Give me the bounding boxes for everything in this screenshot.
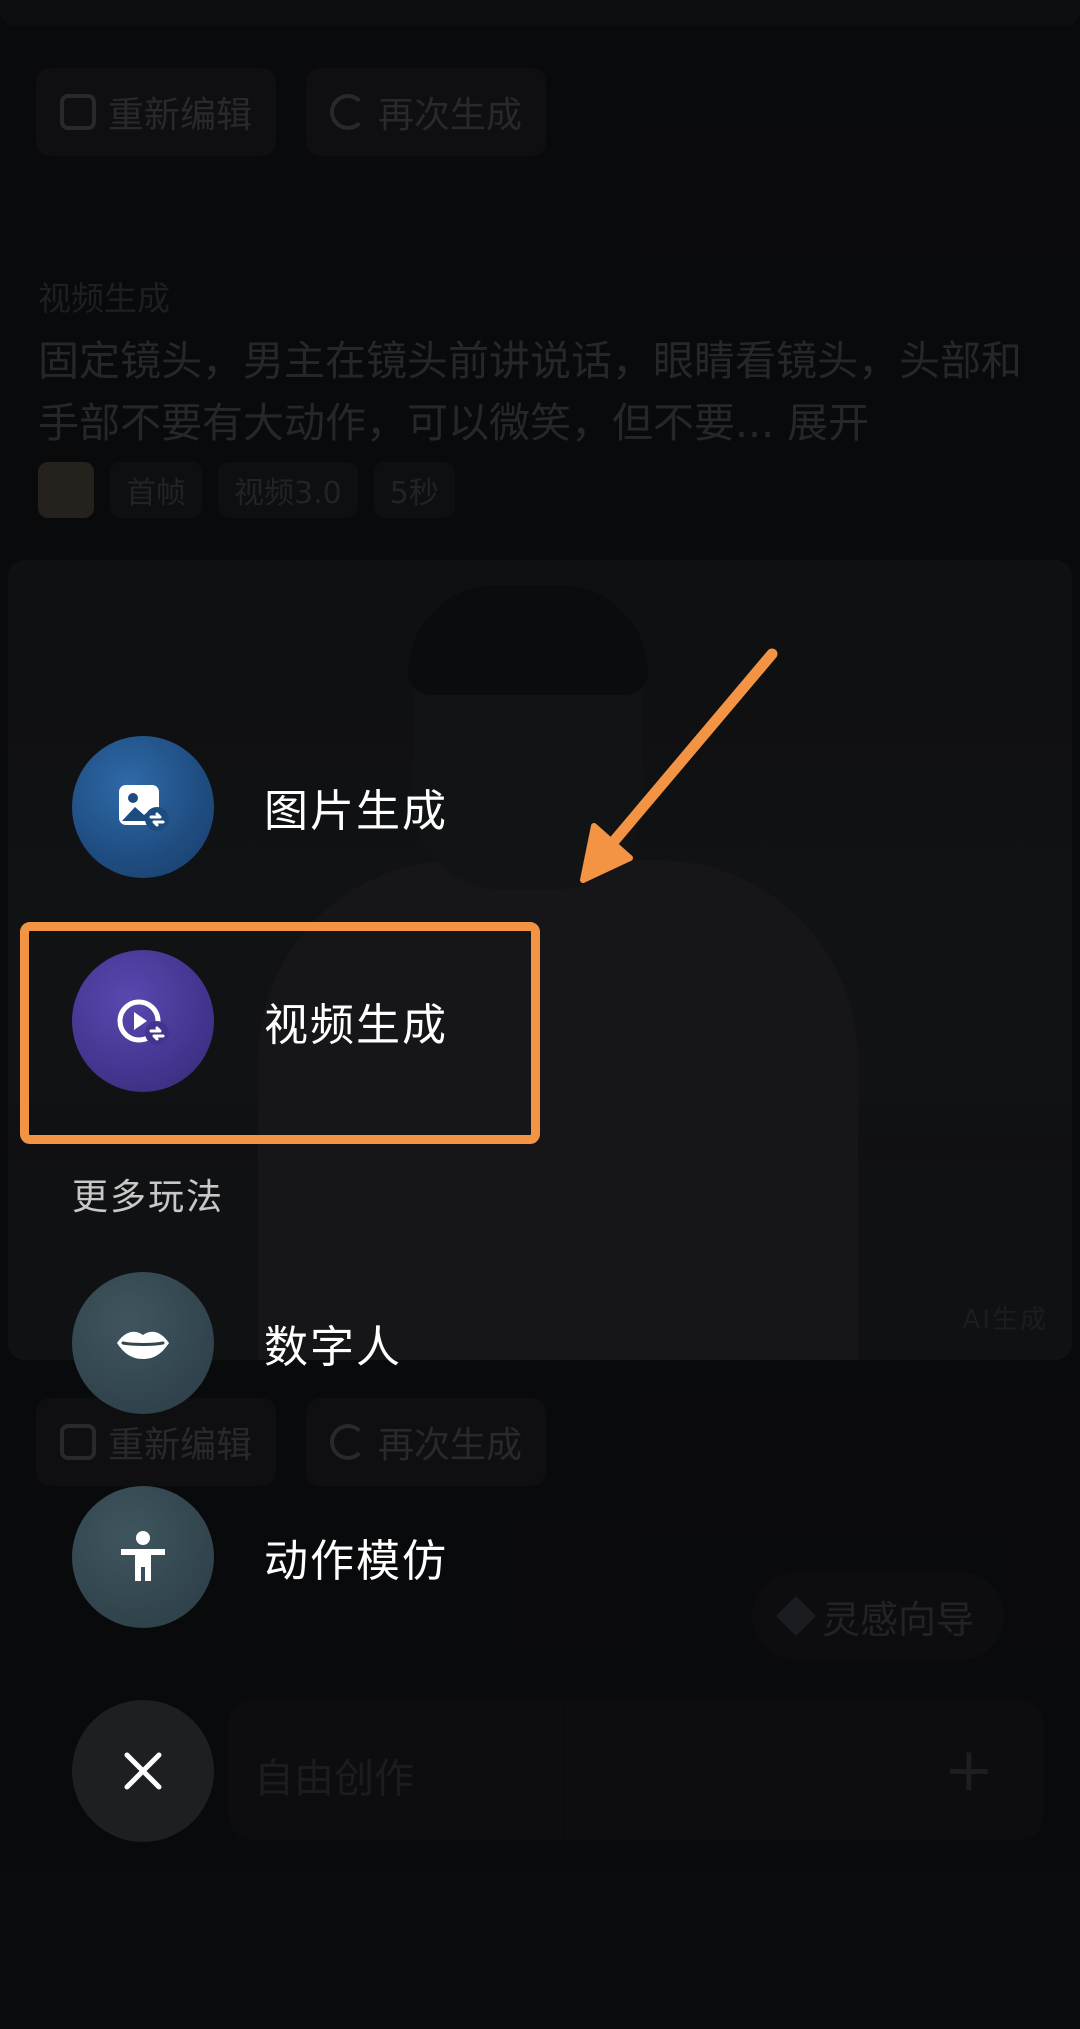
- close-icon: [72, 1700, 214, 1842]
- menu-close-button[interactable]: [72, 1700, 214, 1842]
- image-generate-icon: [72, 736, 214, 878]
- highlight-box: [20, 922, 540, 1144]
- lips-icon: [72, 1272, 214, 1414]
- bottom-safe-area: [0, 1872, 1080, 2029]
- menu-digital-human-label: 数字人: [264, 1322, 402, 1373]
- menu-motion-imitation-label: 动作模仿: [264, 1536, 448, 1587]
- more-features-label: 更多玩法: [72, 1177, 225, 1218]
- menu-image-generate[interactable]: 图片生成: [72, 736, 448, 878]
- menu-image-generate-label: 图片生成: [264, 786, 448, 837]
- menu-motion-imitation[interactable]: 动作模仿: [72, 1486, 448, 1628]
- menu-digital-human[interactable]: 数字人: [72, 1272, 402, 1414]
- person-icon: [72, 1486, 214, 1628]
